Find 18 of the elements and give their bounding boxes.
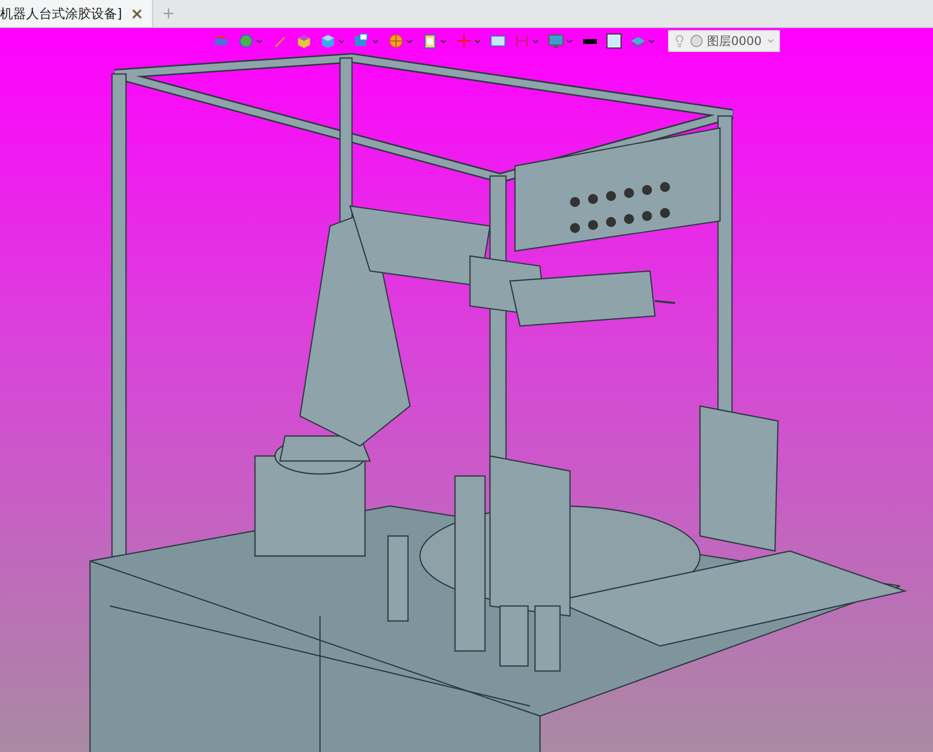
globe-icon bbox=[238, 33, 254, 49]
fill-color-icon bbox=[606, 33, 622, 49]
plus-icon bbox=[161, 6, 176, 21]
box-icon bbox=[296, 33, 312, 49]
circle-icon bbox=[690, 34, 704, 48]
cube-face-icon bbox=[354, 33, 370, 49]
clipboard-icon bbox=[422, 33, 438, 49]
cross-icon bbox=[456, 33, 472, 49]
wheel-icon bbox=[388, 33, 404, 49]
picture-icon bbox=[490, 33, 506, 49]
monitor-icon bbox=[548, 33, 564, 49]
cube-icon bbox=[320, 33, 336, 49]
layer-name: 图层0000 bbox=[707, 32, 762, 50]
lightbulb-icon bbox=[673, 34, 686, 48]
bracket-icon bbox=[514, 33, 530, 49]
document-tab[interactable]: 机器人台式涂胶设备] bbox=[0, 0, 154, 27]
layer-dropdown[interactable]: 图层0000 bbox=[668, 30, 780, 52]
close-icon[interactable] bbox=[130, 6, 144, 20]
